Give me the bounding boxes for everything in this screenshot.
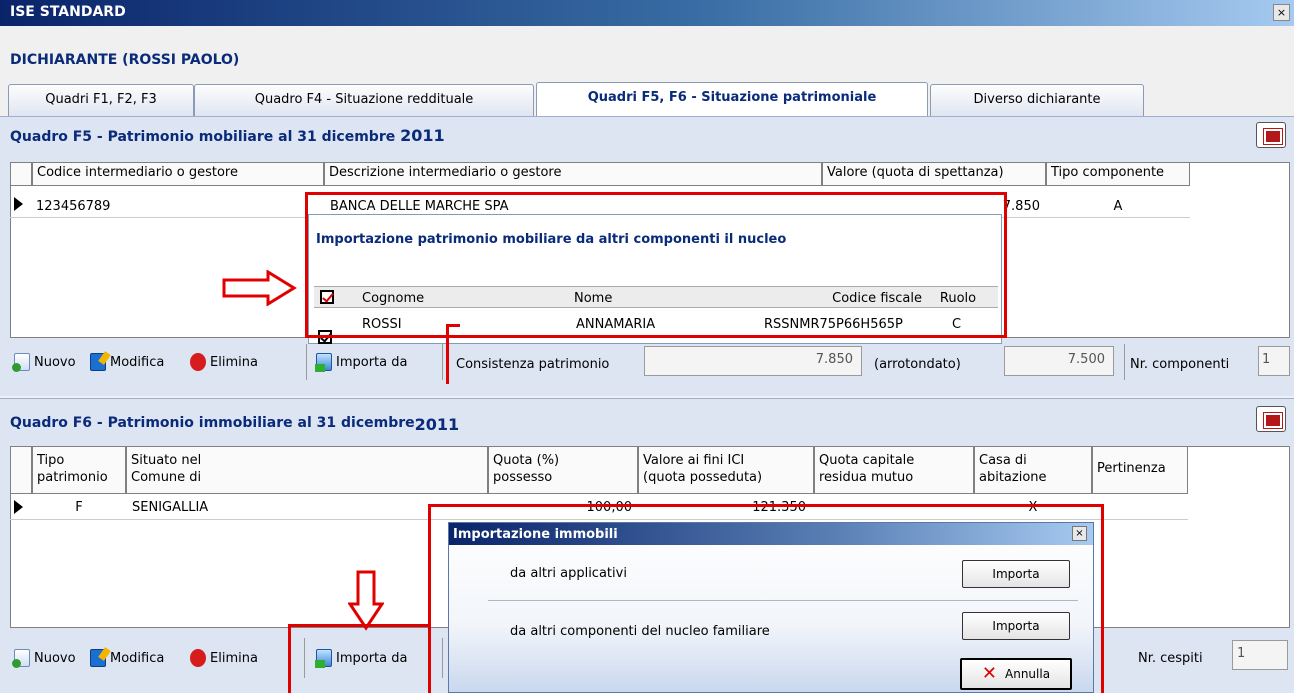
toolbar-divider xyxy=(304,638,305,678)
f5-col-codice[interactable]: Codice intermediario o gestore xyxy=(32,162,324,186)
f6-nuovo-button[interactable]: Nuovo xyxy=(12,644,76,672)
consistenza-field[interactable]: 7.850 xyxy=(644,346,862,376)
f6-col-valore-l2: (quota posseduta) xyxy=(643,470,763,485)
f6-col-valore[interactable]: Valore ai fini ICI (quota posseduta) xyxy=(638,446,814,494)
f6-elimina-label: Elimina xyxy=(210,650,258,666)
f6-elimina-button[interactable]: Elimina xyxy=(190,644,258,672)
f6-col-abitazione[interactable]: Casa di abitazione xyxy=(974,446,1092,494)
annotation-box-corner xyxy=(446,324,460,384)
toolbar-divider xyxy=(1124,344,1125,380)
f6-col-abitazione-l1: Casa di xyxy=(979,453,1027,468)
f6-title-text: Quadro F6 - Patrimonio immobiliare al 31… xyxy=(10,415,415,431)
f6-col-valore-l1: Valore ai fini ICI xyxy=(643,453,745,468)
window-title: ISE STANDARD xyxy=(10,4,126,20)
delete-icon xyxy=(190,649,206,667)
f6-col-mutuo-l1: Quota capitale xyxy=(819,453,915,468)
f6-col-mutuo-l2: residua mutuo xyxy=(819,470,914,485)
window-title-bar: ISE STANDARD xyxy=(0,0,1294,26)
f6-col-mutuo[interactable]: Quota capitale residua mutuo xyxy=(814,446,974,494)
f5-help-book-icon[interactable] xyxy=(1256,122,1286,148)
f5-importa-button[interactable]: Importa da xyxy=(315,348,408,376)
f5-col-valore[interactable]: Valore (quota di spettanza) xyxy=(822,162,1046,186)
consistenza-label: Consistenza patrimonio xyxy=(456,357,610,372)
f6-col-quota-l2: possesso xyxy=(493,470,553,485)
f6-modifica-button[interactable]: Modifica xyxy=(90,644,164,672)
annotation-arrow-right-icon xyxy=(222,270,297,306)
new-doc-icon xyxy=(12,649,30,668)
f5-year: 2011 xyxy=(400,126,445,145)
f5-cell-tipo: A xyxy=(1113,199,1123,214)
f6-col-comune-l2: Comune di xyxy=(131,470,202,485)
f6-col-comune[interactable]: Situato nel Comune di xyxy=(126,446,488,494)
f6-grid-corner xyxy=(10,446,32,494)
annotation-box-import-popup xyxy=(305,192,1007,338)
tab-quadri-f1-f3[interactable]: Quadri F1, F2, F3 xyxy=(8,84,194,116)
f5-title: Quadro F5 - Patrimonio mobiliare al 31 d… xyxy=(10,126,445,145)
f5-elimina-label: Elimina xyxy=(210,354,258,370)
edit-icon xyxy=(90,353,106,371)
f5-cell-codice: 123456789 xyxy=(36,199,111,214)
f6-col-tipo-l2: patrimonio xyxy=(37,470,108,485)
f5-modifica-label: Modifica xyxy=(110,354,165,370)
toolbar-divider xyxy=(306,344,307,380)
f6-col-comune-l1: Situato nel xyxy=(131,453,202,468)
annotation-box-dialog xyxy=(428,504,1104,693)
nr-componenti-label: Nr. componenti xyxy=(1130,357,1230,372)
f5-nuovo-label: Nuovo xyxy=(34,354,76,370)
annotation-line xyxy=(288,624,291,693)
dichiarante-heading: DICHIARANTE (ROSSI PAOLO) xyxy=(10,52,240,68)
tab-diverso-dichiarante[interactable]: Diverso dichiarante xyxy=(930,84,1144,116)
f6-year: 2011 xyxy=(414,415,460,434)
f6-cell-tipo: F xyxy=(75,500,83,515)
row-pointer-icon xyxy=(14,500,23,514)
f5-col-tipo[interactable]: Tipo componente xyxy=(1046,162,1190,186)
f6-col-pertinenza[interactable]: Pertinenza xyxy=(1092,446,1188,494)
close-icon[interactable]: × xyxy=(1273,4,1290,21)
tab-quadri-f5-f6[interactable]: Quadri F5, F6 - Situazione patrimoniale xyxy=(536,82,928,116)
f5-nuovo-button[interactable]: Nuovo xyxy=(12,348,76,376)
f6-col-quota-l1: Quota (%) xyxy=(493,453,560,468)
new-doc-icon xyxy=(12,353,30,372)
toolbar-divider xyxy=(442,344,443,380)
delete-icon xyxy=(190,353,206,371)
import-icon xyxy=(315,649,332,668)
row-pointer-icon xyxy=(14,197,23,211)
f6-title: Quadro F6 - Patrimonio immobiliare al 31… xyxy=(10,412,460,434)
f5-col-descrizione[interactable]: Descrizione intermediario o gestore xyxy=(324,162,822,186)
edit-icon xyxy=(90,649,106,667)
f6-col-quota[interactable]: Quota (%) possesso xyxy=(488,446,638,494)
f6-cell-comune: SENIGALLIA xyxy=(132,500,209,515)
f6-importa-button[interactable]: Importa da xyxy=(315,644,408,672)
f6-col-tipo[interactable]: Tipo patrimonio xyxy=(32,446,126,494)
tab-quadro-f4[interactable]: Quadro F4 - Situazione reddituale xyxy=(194,84,534,116)
arrotondato-label: (arrotondato) xyxy=(874,357,961,372)
f5-modifica-button[interactable]: Modifica xyxy=(90,348,164,376)
f5-importa-label: Importa da xyxy=(336,354,408,370)
f5-elimina-button[interactable]: Elimina xyxy=(190,348,258,376)
f6-help-book-icon[interactable] xyxy=(1256,406,1286,432)
f5-grid-corner xyxy=(10,162,32,186)
arrotondato-field[interactable]: 7.500 xyxy=(1004,346,1114,376)
f5-title-text: Quadro F5 - Patrimonio mobiliare al 31 d… xyxy=(10,129,396,145)
f6-col-tipo-l1: Tipo xyxy=(37,453,65,468)
nr-cespiti-field[interactable]: 1 xyxy=(1232,640,1288,670)
f6-col-abitazione-l2: abitazione xyxy=(979,470,1047,485)
f6-nuovo-label: Nuovo xyxy=(34,650,76,666)
import-icon xyxy=(315,353,332,372)
f6-modifica-label: Modifica xyxy=(110,650,165,666)
annotation-arrow-down-icon xyxy=(348,570,384,631)
f6-importa-label: Importa da xyxy=(336,650,408,666)
annotation-line xyxy=(288,624,431,627)
nr-cespiti-label: Nr. cespiti xyxy=(1138,651,1203,666)
nr-componenti-field[interactable]: 1 xyxy=(1258,346,1290,376)
